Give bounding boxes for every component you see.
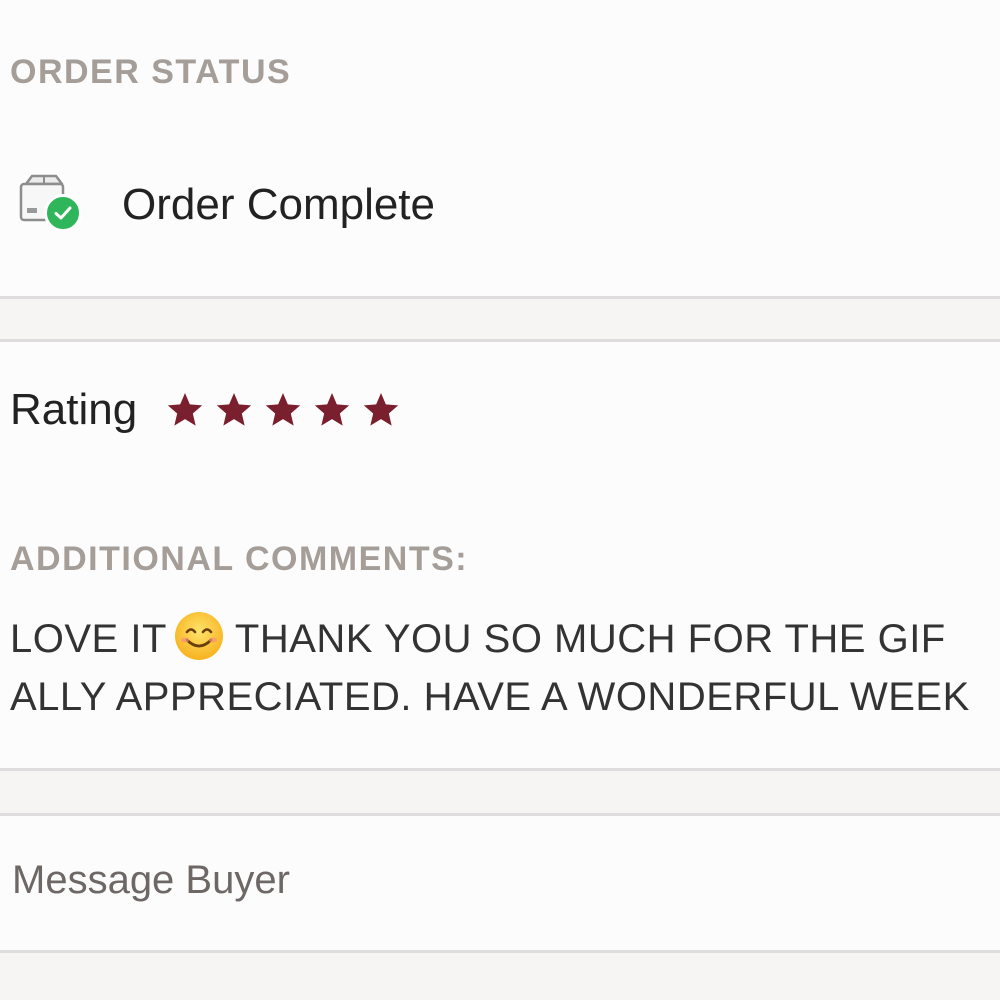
check-badge-icon (44, 194, 82, 232)
star-icon (364, 393, 399, 426)
section-divider (0, 950, 1000, 1000)
rating-stars (165, 390, 410, 430)
message-buyer-button[interactable]: Message Buyer (12, 852, 290, 908)
order-status-header: ORDER STATUS (10, 53, 292, 91)
order-status-row: Order Complete (16, 170, 435, 240)
star-icon (315, 393, 350, 426)
star-icon (217, 393, 252, 426)
comment-body: LOVE IT THANK YOU SO MUCH FOR THE GIF AL… (10, 610, 1000, 726)
order-detail-page: ORDER STATUS Order Complete Rating ADDIT… (0, 0, 1000, 1000)
comment-text-end: THANK YOU SO MUCH FOR THE GIF (234, 617, 946, 661)
section-divider (0, 768, 1000, 816)
star-icon (266, 393, 301, 426)
comment-text-start: LOVE IT (10, 617, 167, 661)
package-check-icon (16, 170, 86, 240)
rating-row: Rating (10, 380, 410, 440)
comment-line-2: ALLY APPRECIATED. HAVE A WONDERFUL WEEK (10, 675, 970, 719)
order-status-text: Order Complete (122, 180, 436, 229)
comment-line-1: LOVE IT THANK YOU SO MUCH FOR THE GIF (10, 610, 1000, 668)
section-divider (0, 296, 1000, 342)
rating-label: Rating (10, 385, 138, 434)
smiling-face-icon (174, 612, 223, 660)
star-icon (168, 393, 203, 426)
comments-label: ADDITIONAL COMMENTS: (10, 540, 469, 578)
